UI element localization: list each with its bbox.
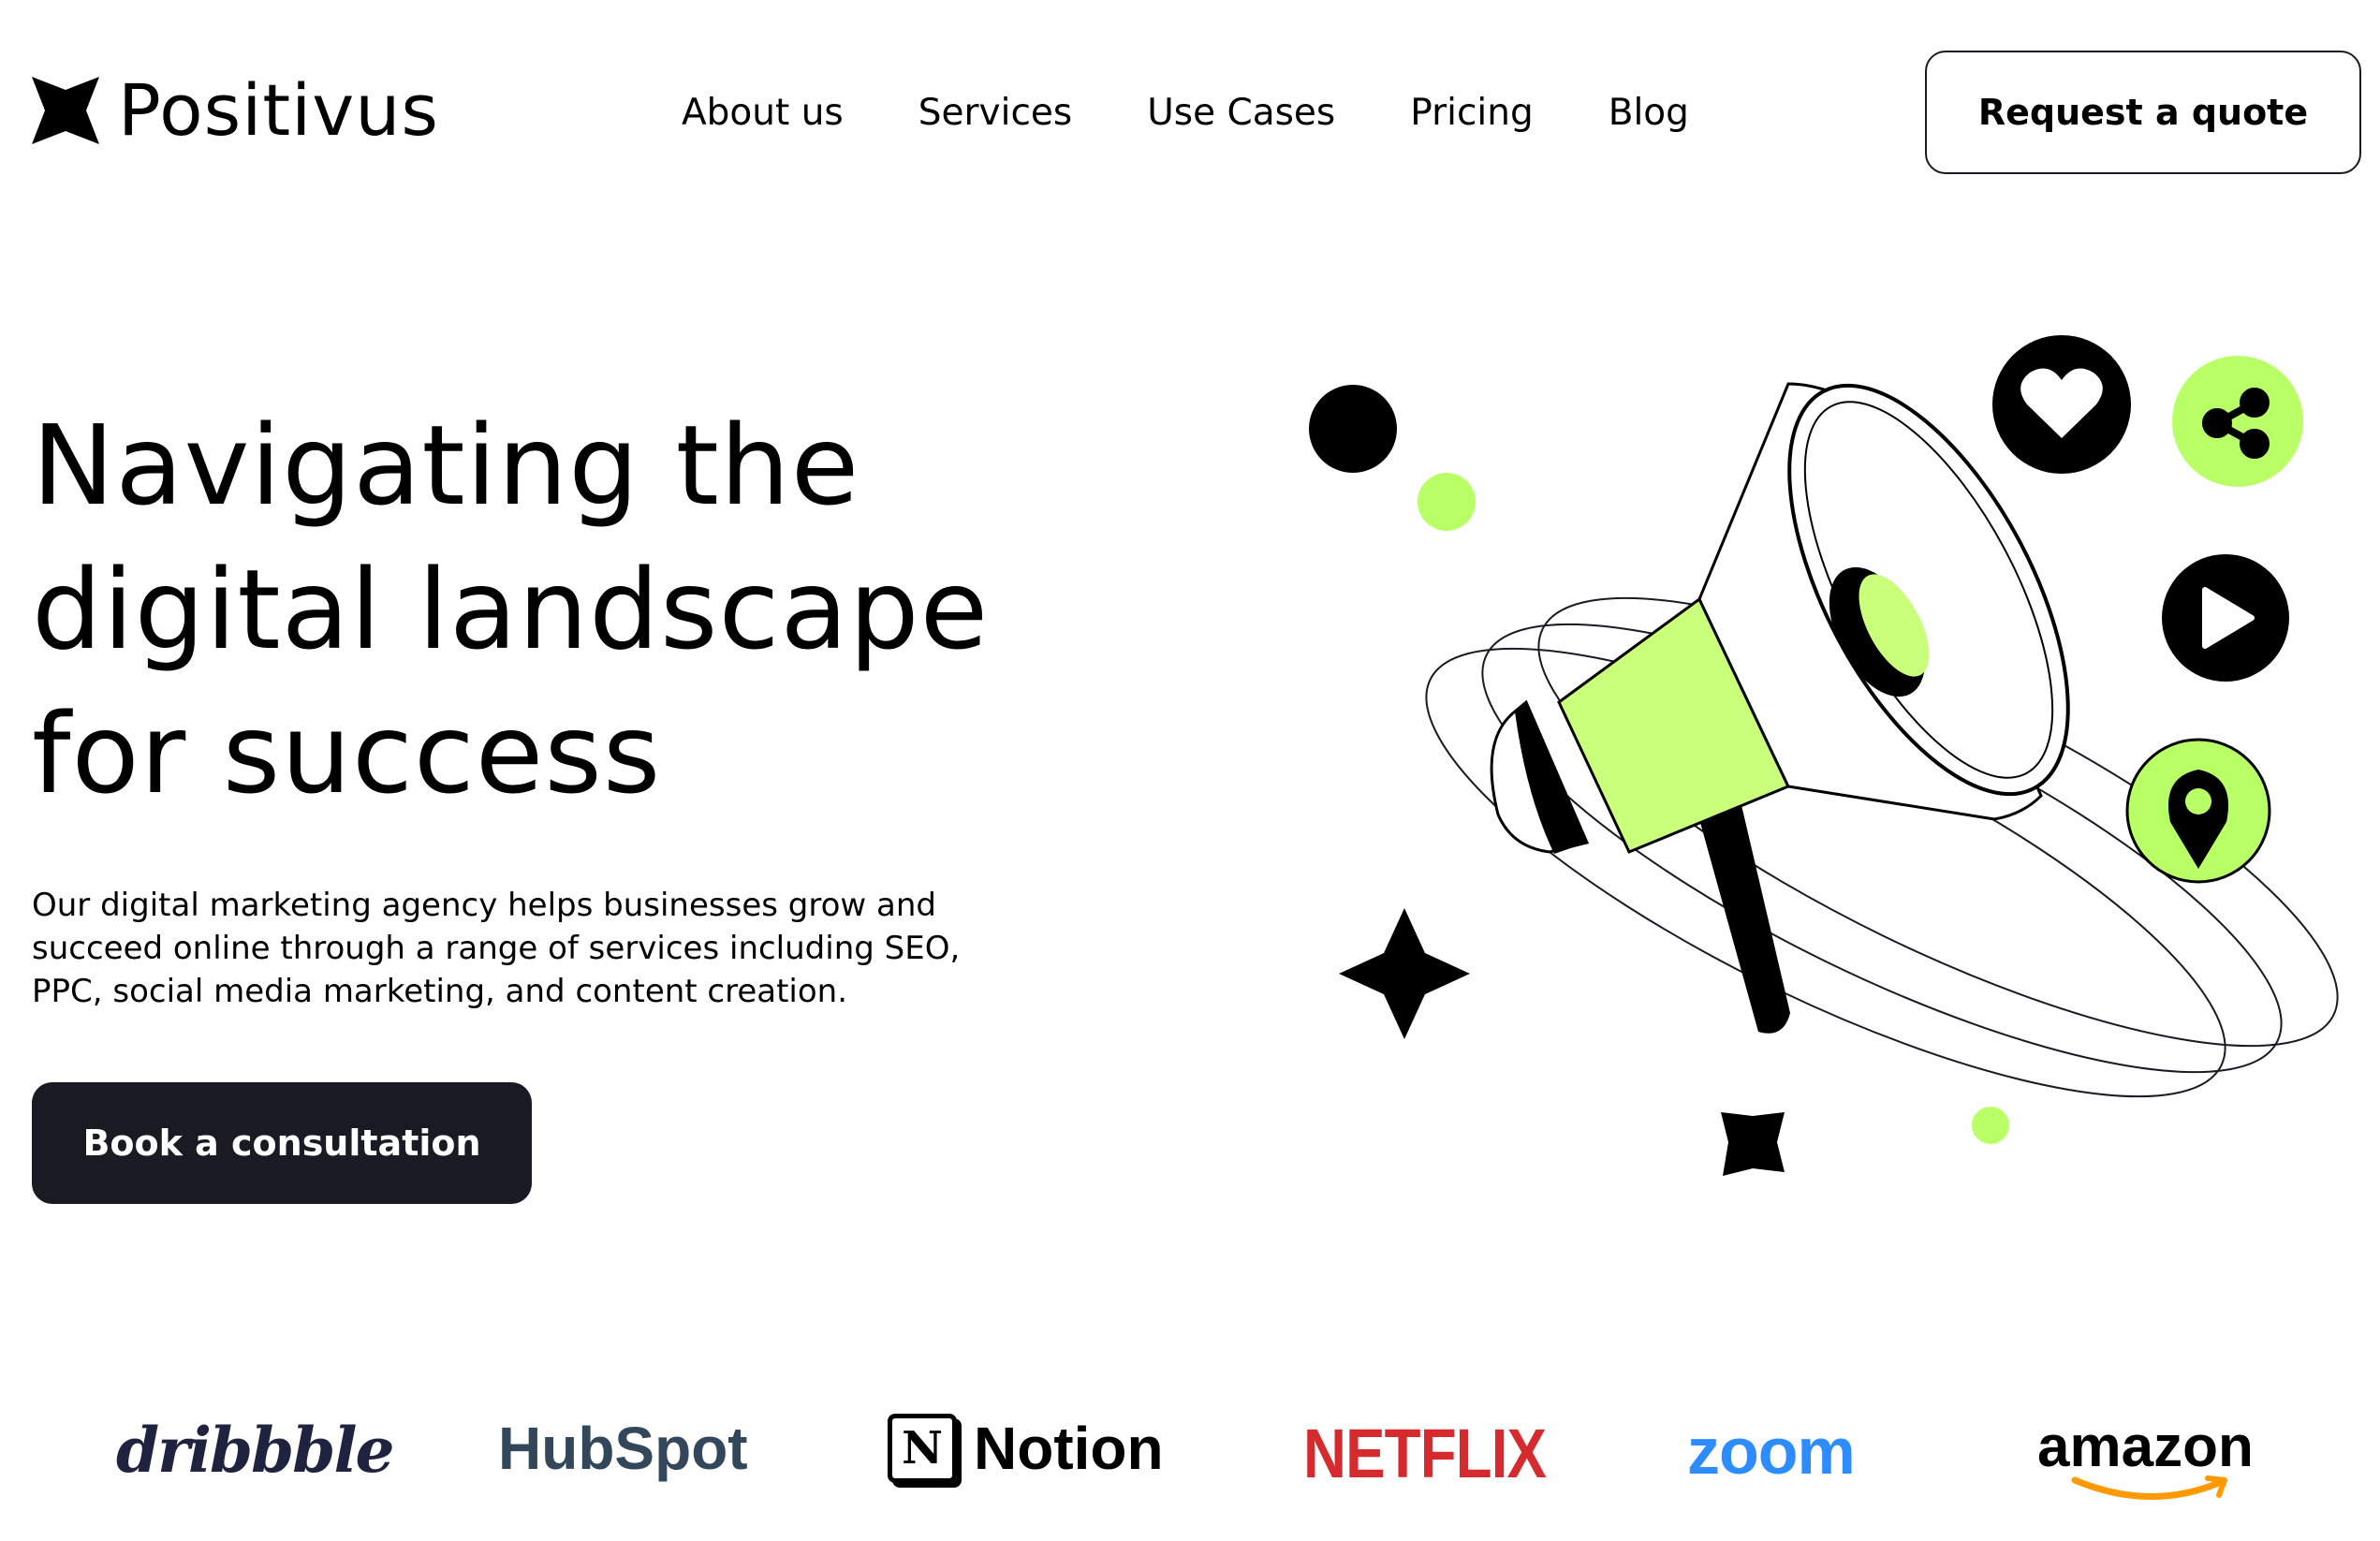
amazon-smile-icon — [2071, 1475, 2227, 1500]
notion-logo: N Notion — [888, 1414, 1164, 1483]
star-icon — [1721, 1112, 1785, 1176]
black-dot — [1309, 385, 1397, 473]
netflix-logo: NETFLIX — [1303, 1415, 1547, 1492]
brand-name: Positivus — [118, 68, 439, 152]
notion-icon: N — [888, 1414, 957, 1483]
hero-illustration — [1309, 335, 2339, 1176]
nav-item-services[interactable]: Services — [918, 90, 1072, 137]
amazon-wordmark: amazon — [2037, 1415, 2254, 1479]
nav-item-blog[interactable]: Blog — [1609, 90, 1689, 137]
nav-item-pricing[interactable]: Pricing — [1410, 90, 1533, 137]
main-nav: About us Services Use Cases Pricing Blog — [682, 90, 1689, 137]
nav-item-use-cases[interactable]: Use Cases — [1147, 90, 1335, 137]
zoom-logo: zoom — [1687, 1415, 1856, 1488]
hubspot-logo: HubSpot — [498, 1415, 748, 1482]
amazon-logo: amazon — [2037, 1414, 2254, 1503]
location-pin-icon — [2125, 738, 2271, 884]
hero-description-line: Our digital marketing agency helps busin… — [32, 887, 936, 924]
site-header: Positivus About us Services Use Cases Pr… — [0, 0, 2380, 225]
play-icon — [2162, 554, 2289, 682]
star-icon — [1339, 908, 1470, 1039]
dribbble-logo: dribbble — [116, 1414, 395, 1487]
four-point-star-icon — [32, 77, 99, 144]
hero-description: Our digital marketing agency helps busin… — [32, 884, 1043, 1013]
green-dot — [1418, 473, 1476, 531]
hero-description-line: PPC, social media marketing, and content… — [32, 973, 848, 1010]
client-logos: dribbble HubSpot N Notion NETFLIX zoom a… — [0, 1386, 2380, 1535]
green-dot — [1972, 1107, 2009, 1144]
hero-title-line: Navigating the — [32, 401, 860, 530]
notion-wordmark: Notion — [974, 1415, 1164, 1482]
hero-title-line: for success — [32, 689, 662, 818]
nav-item-about-us[interactable]: About us — [682, 90, 844, 137]
hero-title-line: digital landscape — [32, 545, 990, 674]
hero-description-line: succeed online through a range of servic… — [32, 930, 961, 967]
heart-icon — [1992, 335, 2131, 474]
brand-logo[interactable]: Positivus — [32, 75, 439, 146]
hero-title: Navigating the digital landscape for suc… — [32, 393, 1062, 826]
book-consultation-button[interactable]: Book a consultation — [32, 1082, 532, 1204]
request-quote-button[interactable]: Request a quote — [1925, 51, 2361, 174]
share-icon — [2172, 356, 2303, 487]
